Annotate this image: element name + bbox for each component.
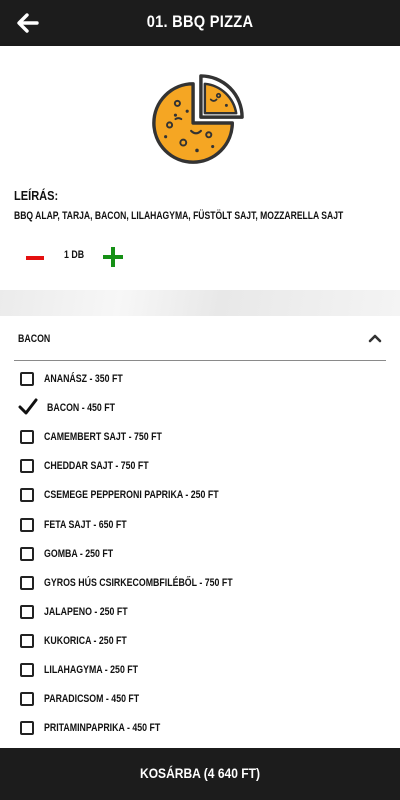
- background-divider: [0, 290, 400, 316]
- checkbox[interactable]: [20, 692, 34, 707]
- checkbox[interactable]: [20, 459, 34, 474]
- checkbox[interactable]: [20, 372, 34, 386]
- checkbox[interactable]: [20, 633, 34, 648]
- topping-option[interactable]: LILAHAGYMA - 250 FT: [18, 656, 378, 685]
- topping-option-label: CSEMEGE PEPPERONI PAPRIKA - 250 FT: [44, 489, 219, 502]
- checkbox[interactable]: [20, 430, 34, 445]
- topping-option-label: KUKORICA - 250 FT: [44, 634, 127, 647]
- top-app-bar: 01. BBQ PIZZA: [0, 0, 400, 46]
- description-label: LEÍRÁS:: [14, 188, 59, 203]
- topping-option[interactable]: CAMEMBERT SAJT - 750 FT: [18, 423, 378, 452]
- topping-option-label: PRITAMINPAPRIKA - 450 FT: [44, 722, 161, 735]
- section-title: BACON: [18, 333, 51, 345]
- checkbox[interactable]: [20, 575, 34, 590]
- topping-option[interactable]: PRITAMINPAPRIKA - 450 FT: [18, 714, 378, 743]
- product-card: LEÍRÁS: BBQ ALAP, TARJA, BACON, LILAHAGY…: [0, 46, 400, 290]
- topping-option-label: PARADICSOM - 450 FT: [44, 693, 140, 706]
- topping-option-label: CHEDDAR SAJT - 750 FT: [44, 460, 149, 473]
- toppings-panel: BACON ANANÁSZ - 350 FT BACON - 450 FT CAME…: [0, 316, 400, 748]
- page-title: 01. BBQ PIZZA: [146, 12, 254, 31]
- topping-option-label: GYROS HÚS CSIRKECOMBFILÉBŐL - 750 FT: [44, 576, 233, 589]
- checkbox[interactable]: [20, 488, 34, 503]
- topping-option-label: BACON - 450 FT: [47, 402, 115, 415]
- chevron-up-icon[interactable]: [368, 332, 382, 344]
- checkbox[interactable]: [20, 546, 34, 561]
- toppings-section-header[interactable]: BACON: [14, 316, 386, 361]
- topping-option[interactable]: CSEMEGE PEPPERONI PAPRIKA - 250 FT: [18, 481, 378, 510]
- add-to-cart-label: KOSÁRBA (4 640 FT): [140, 765, 260, 781]
- pizza-icon: [152, 74, 244, 164]
- increase-quantity-button[interactable]: [102, 246, 124, 268]
- checkbox[interactable]: [20, 663, 34, 677]
- quantity-stepper: 1 DB: [22, 246, 142, 268]
- topping-option[interactable]: GYROS HÚS CSIRKECOMBFILÉBŐL - 750 FT: [18, 569, 378, 598]
- topping-option[interactable]: BACON - 450 FT: [18, 394, 378, 423]
- topping-option-label: LILAHAGYMA - 250 FT: [44, 664, 139, 676]
- topping-option[interactable]: KUKORICA - 250 FT: [18, 627, 378, 656]
- topping-option[interactable]: GOMBA - 250 FT: [18, 540, 378, 569]
- topping-option-label: FETA SAJT - 650 FT: [44, 518, 127, 531]
- topping-option-label: JALAPENO - 250 FT: [44, 605, 128, 618]
- decrease-quantity-button[interactable]: [26, 248, 48, 268]
- description-text: BBQ ALAP, TARJA, BACON, LILAHAGYMA, FÜST…: [14, 210, 344, 222]
- topping-option[interactable]: FETA SAJT - 650 FT: [18, 511, 378, 540]
- checkbox[interactable]: [20, 604, 34, 619]
- topping-option[interactable]: CHEDDAR SAJT - 750 FT: [18, 452, 378, 481]
- topping-option-label: CAMEMBERT SAJT - 750 FT: [44, 431, 162, 444]
- topping-option[interactable]: ANANÁSZ - 350 FT: [18, 365, 378, 394]
- quantity-value: 1 DB: [64, 249, 85, 261]
- topping-option[interactable]: JALAPENO - 250 FT: [18, 598, 378, 627]
- topping-option[interactable]: PARADICSOM - 450 FT: [18, 685, 378, 714]
- checkbox[interactable]: [20, 517, 34, 532]
- checkbox-checked-icon[interactable]: [18, 398, 38, 416]
- add-to-cart-button[interactable]: KOSÁRBA (4 640 FT): [0, 748, 400, 800]
- topping-option-label: ANANÁSZ - 350 FT: [44, 373, 123, 385]
- topping-option-label: GOMBA - 250 FT: [44, 547, 114, 560]
- checkbox[interactable]: [20, 721, 34, 736]
